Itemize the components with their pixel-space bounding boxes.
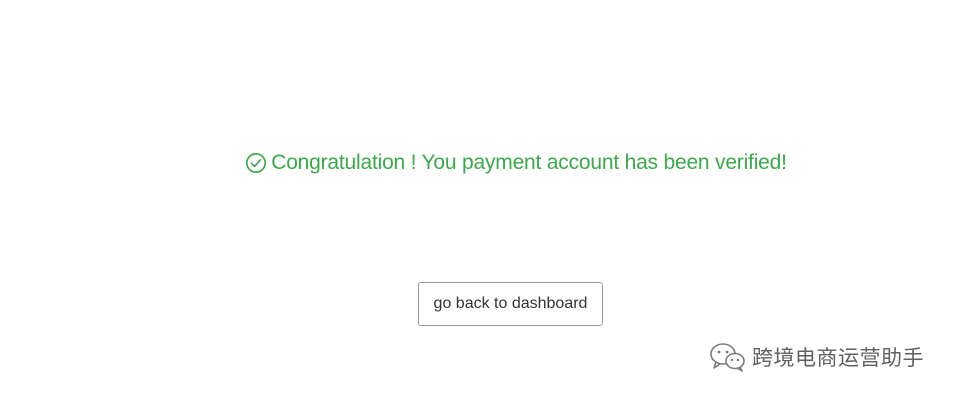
success-message-text: Congratulation ! You payment account has…: [271, 151, 787, 174]
verification-page: Congratulation ! You payment account has…: [0, 0, 976, 400]
wechat-icon: [710, 343, 745, 372]
watermark-text: 跨境电商运营助手: [752, 346, 924, 370]
go-back-to-dashboard-button[interactable]: go back to dashboard: [418, 282, 603, 326]
check-circle-icon: [246, 153, 267, 173]
watermark: 跨境电商运营助手: [708, 340, 924, 374]
success-message: Congratulation ! You payment account has…: [0, 151, 976, 175]
